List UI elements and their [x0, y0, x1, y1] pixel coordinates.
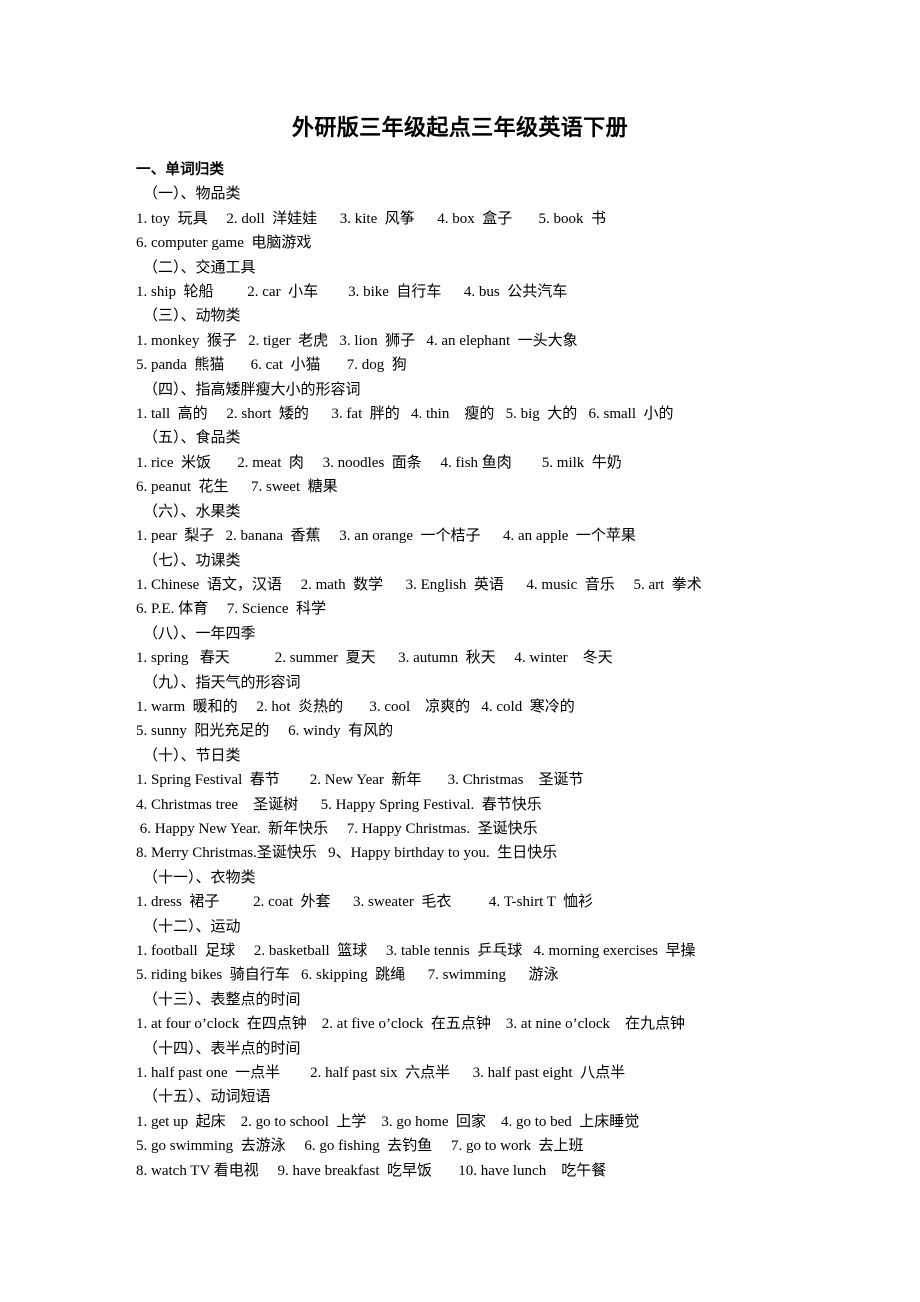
- section-heading-word-classification: 一、单词归类: [136, 162, 225, 178]
- word-entry-line: 5. panda 熊猫 6. cat 小猫 7. dog 狗: [136, 357, 407, 374]
- word-entry-line: 1. dress 裙子 2. coat 外套 3. sweater 毛衣 4. …: [136, 894, 594, 911]
- word-group: （十三）、表整点的时间 1. at four o’clock 在四点钟 2. at…: [136, 988, 836, 1037]
- word-group-heading: （十二）、运动: [143, 918, 241, 935]
- word-group-heading: （三）、动物类: [143, 308, 241, 325]
- word-group: （八）、一年四季 1. spring 春天 2. summer 夏天 3. aut…: [136, 622, 836, 671]
- document-body: 一、单词归类 （一）、物品类 1. toy 玩具 2. doll 洋娃娃 3. k…: [136, 158, 836, 1183]
- word-group-heading: （七）、功课类: [143, 552, 241, 569]
- word-group-heading: （十）、节日类: [143, 747, 241, 764]
- word-group: （五）、食品类 1. rice 米饭 2. meat 肉 3. noodles 面…: [136, 426, 836, 499]
- word-group: （十五）、动词短语 1. get up 起床 2. go to school 上学…: [136, 1085, 836, 1183]
- word-group-list: （一）、物品类 1. toy 玩具 2. doll 洋娃娃 3. kite 风筝 …: [136, 182, 836, 1183]
- word-group-heading: （九）、指天气的形容词: [143, 674, 301, 691]
- word-group: （十四）、表半点的时间 1. half past one 一点半 2. half …: [136, 1037, 836, 1086]
- word-entry-line: 1. toy 玩具 2. doll 洋娃娃 3. kite 风筝 4. box …: [136, 210, 606, 227]
- word-entry-line: 6. Happy New Year. 新年快乐 7. Happy Christm…: [136, 820, 538, 837]
- word-entry-line: 1. half past one 一点半 2. half past six 六点…: [136, 1065, 626, 1082]
- word-entry-line: 1. rice 米饭 2. meat 肉 3. noodles 面条 4. fi…: [136, 454, 622, 471]
- word-group: （九）、指天气的形容词 1. warm 暖和的 2. hot 炎热的 3. coo…: [136, 671, 836, 744]
- word-group: （二）、交通工具 1. ship 轮船 2. car 小车 3. bike 自行车…: [136, 256, 836, 305]
- word-group: （一）、物品类 1. toy 玩具 2. doll 洋娃娃 3. kite 风筝 …: [136, 182, 836, 255]
- word-entry-line: 6. computer game 电脑游戏: [136, 235, 312, 252]
- word-entry-line: 8. Merry Christmas.圣诞快乐 9、Happy birthday…: [136, 845, 558, 862]
- word-group: （四）、指高矮胖瘦大小的形容词 1. tall 高的 2. short 矮的 3.…: [136, 378, 836, 427]
- word-entry-line: 1. tall 高的 2. short 矮的 3. fat 胖的 4. thin…: [136, 406, 674, 423]
- word-entry-line: 1. pear 梨子 2. banana 香蕉 3. an orange 一个桔…: [136, 528, 636, 545]
- word-entry-line: 1. football 足球 2. basketball 篮球 3. table…: [136, 943, 696, 959]
- word-group-heading: （十一）、衣物类: [143, 869, 256, 886]
- word-entry-line: 1. Spring Festival 春节 2. New Year 新年 3. …: [136, 772, 584, 789]
- word-group: （十一）、衣物类 1. dress 裙子 2. coat 外套 3. sweate…: [136, 866, 836, 915]
- word-group-heading: （一）、物品类: [143, 186, 241, 203]
- word-entry-line: 1. Chinese 语文，汉语 2. math 数学 3. English 英…: [136, 576, 702, 593]
- word-entry-line: 6. P.E. 体育 7. Science 科学: [136, 601, 326, 618]
- word-entry-line: 1. spring 春天 2. summer 夏天 3. autumn 秋天 4…: [136, 650, 613, 667]
- word-group: （十）、节日类 1. Spring Festival 春节 2. New Year…: [136, 744, 836, 866]
- word-entry-line: 6. peanut 花生 7. sweet 糖果: [136, 479, 338, 496]
- word-group-heading: （十五）、动词短语: [143, 1089, 271, 1106]
- word-group-heading: （八）、一年四季: [143, 625, 256, 642]
- word-entry-line: 1. monkey 猴子 2. tiger 老虎 3. lion 狮子 4. a…: [136, 332, 578, 349]
- word-entry-line: 1. ship 轮船 2. car 小车 3. bike 自行车 4. bus …: [136, 284, 568, 301]
- word-group-heading: （六）、水果类: [143, 503, 241, 520]
- document-page: 外研版三年级起点三年级英语下册 一、单词归类 （一）、物品类 1. toy 玩具 …: [0, 0, 920, 1302]
- page-title: 外研版三年级起点三年级英语下册: [291, 115, 628, 140]
- word-group: （六）、水果类 1. pear 梨子 2. banana 香蕉 3. an ora…: [136, 500, 836, 549]
- word-group: （七）、功课类 1. Chinese 语文，汉语 2. math 数学 3. En…: [136, 549, 836, 622]
- word-group-heading: （五）、食品类: [143, 430, 241, 447]
- word-group-heading: （二）、交通工具: [143, 259, 256, 276]
- word-group: （三）、动物类 1. monkey 猴子 2. tiger 老虎 3. lion …: [136, 304, 836, 377]
- word-entry-line: 8. watch TV 看电视 9. have breakfast 吃早饭 10…: [136, 1162, 607, 1179]
- word-entry-line: 1. at four o’clock 在四点钟 2. at five o’clo…: [136, 1016, 686, 1033]
- word-entry-line: 1. warm 暖和的 2. hot 炎热的 3. cool 凉爽的 4. co…: [136, 698, 575, 715]
- word-entry-line: 1. get up 起床 2. go to school 上学 3. go ho…: [136, 1113, 640, 1130]
- word-group-heading: （十四）、表半点的时间: [143, 1040, 301, 1057]
- word-entry-line: 5. riding bikes 骑自行车 6. skipping 跳绳 7. s…: [136, 967, 559, 984]
- word-entry-line: 5. go swimming 去游泳 6. go fishing 去钓鱼 7. …: [136, 1138, 584, 1155]
- word-entry-line: 5. sunny 阳光充足的 6. windy 有风的: [136, 723, 394, 740]
- word-group: （十二）、运动 1. football 足球 2. basketball 篮球 3…: [136, 915, 836, 988]
- word-group-heading: （十三）、表整点的时间: [143, 991, 301, 1008]
- word-group-heading: （四）、指高矮胖瘦大小的形容词: [143, 381, 361, 398]
- word-entry-line: 4. Christmas tree 圣诞树 5. Happy Spring Fe…: [136, 796, 542, 813]
